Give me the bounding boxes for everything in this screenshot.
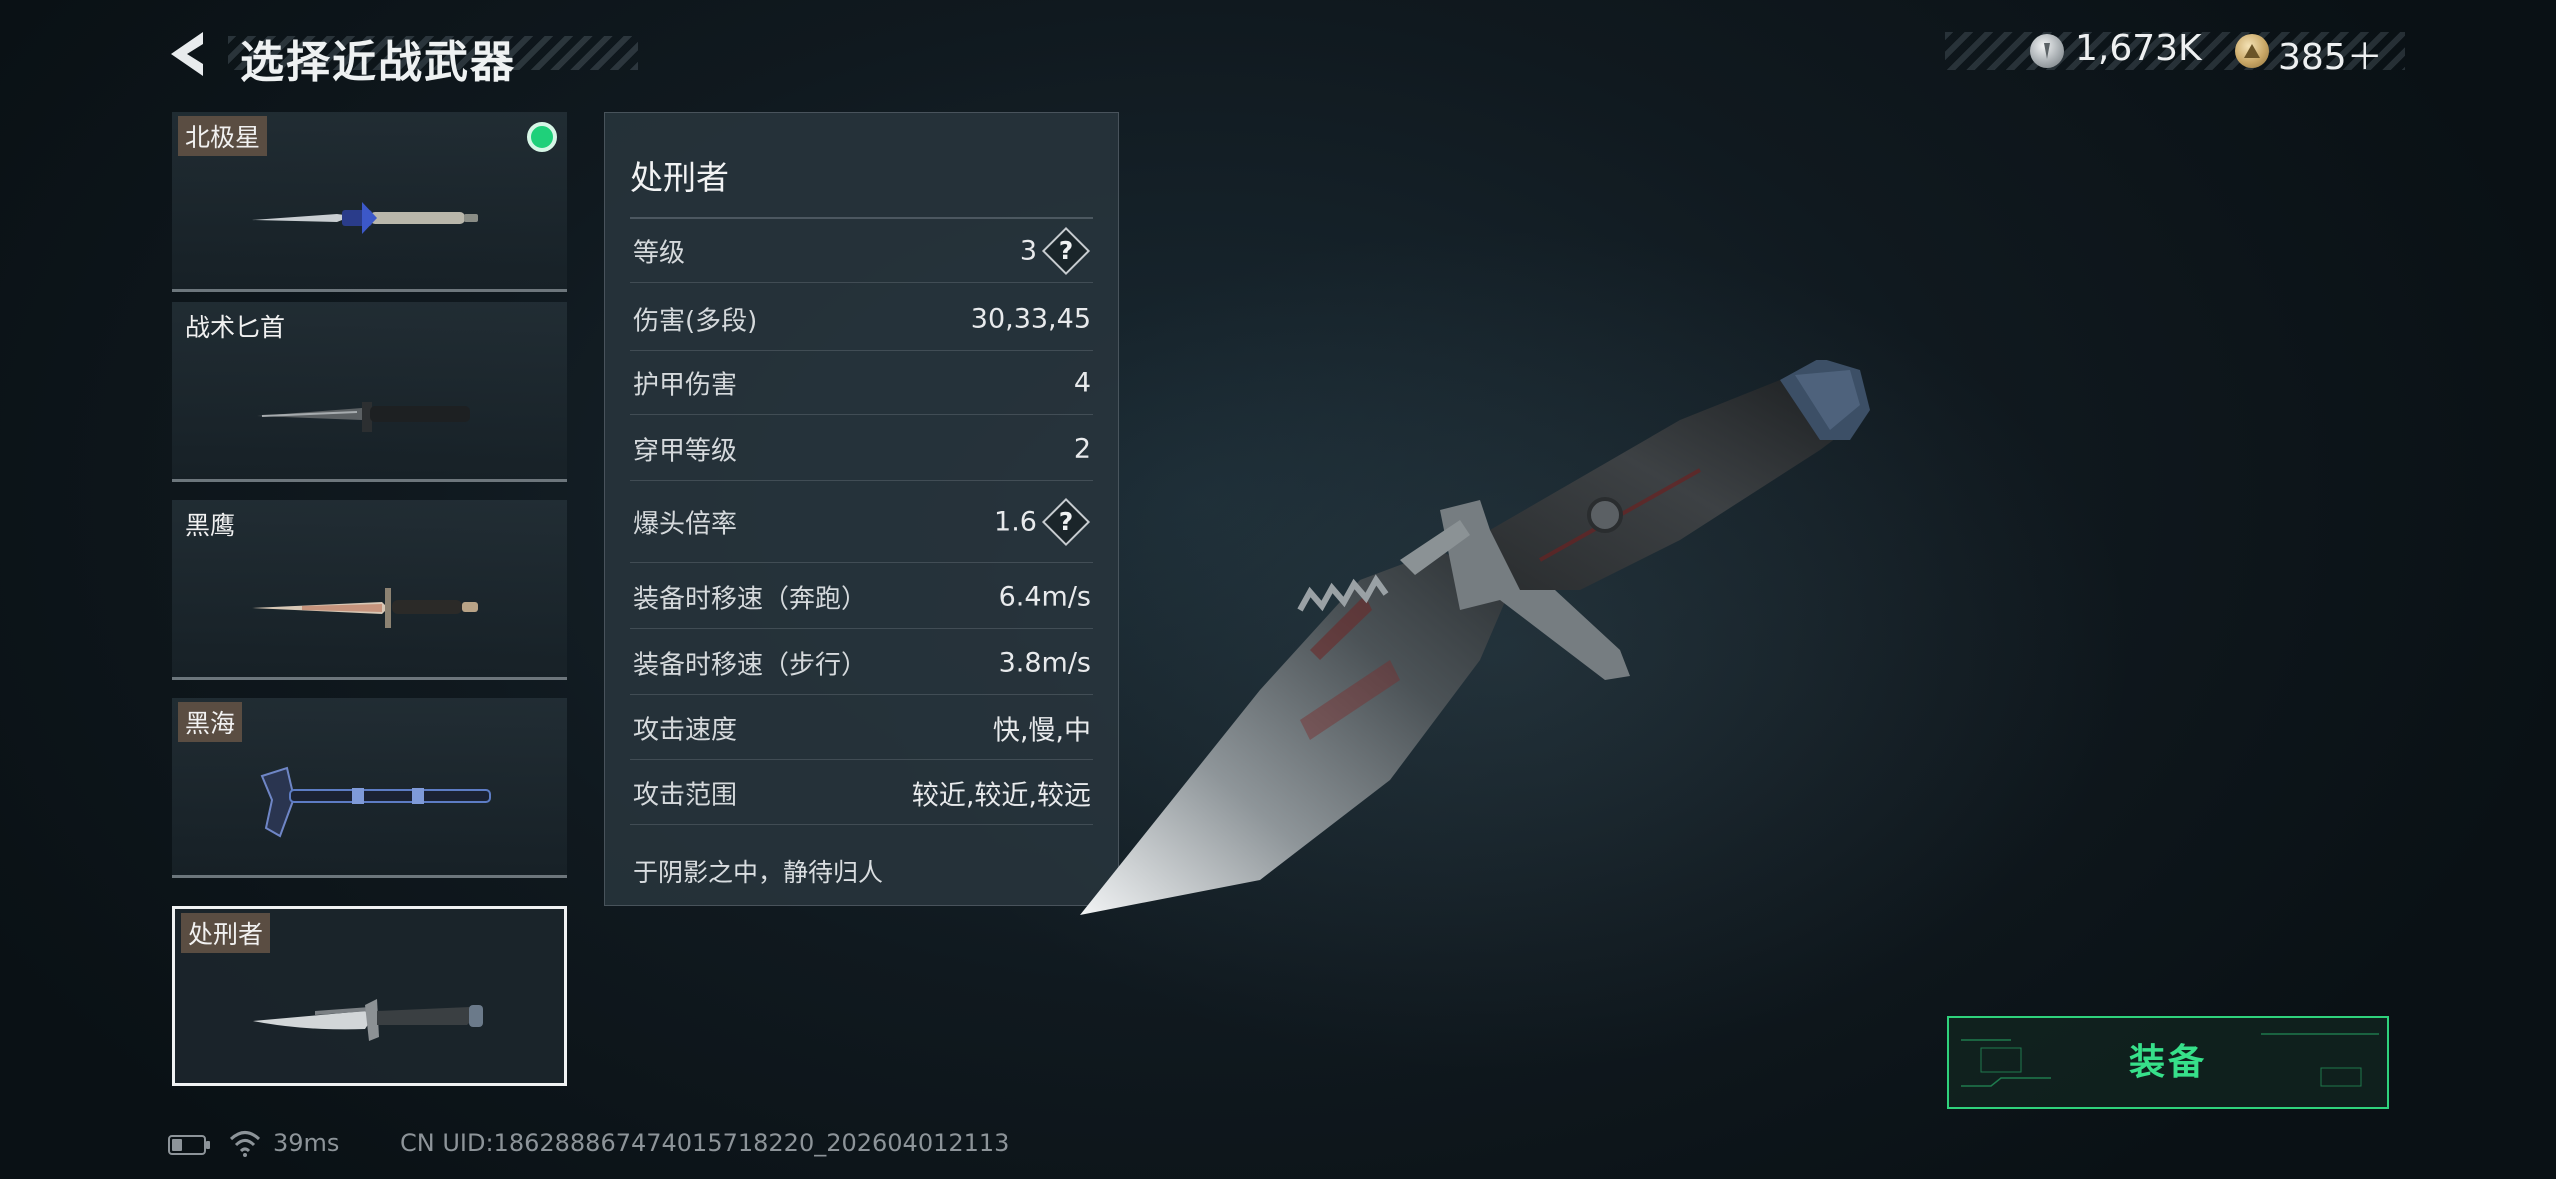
page-title-area: 选择近战武器 bbox=[228, 22, 638, 88]
silver-amount: 1,673K bbox=[2075, 28, 2202, 69]
equip-button-label: 装备 bbox=[2128, 1042, 2207, 1083]
weapon-name: 北极星 bbox=[178, 116, 268, 156]
black-hawk-knife-icon bbox=[252, 588, 478, 628]
stat-row-penetration: 穿甲等级 2 bbox=[630, 417, 1093, 481]
stat-label: 等级 bbox=[633, 238, 686, 269]
stat-row-level: 等级 3 ? bbox=[630, 219, 1093, 283]
stat-label: 攻击速度 bbox=[633, 715, 738, 746]
tactical-dagger-icon bbox=[257, 402, 470, 432]
stat-row-armor-damage: 护甲伤害 4 bbox=[630, 351, 1093, 415]
wifi-icon bbox=[229, 1131, 261, 1157]
stat-value: 30,33,45 bbox=[970, 303, 1091, 335]
weapon-name: 战术匕首 bbox=[185, 313, 286, 342]
stat-label: 护甲伤害 bbox=[633, 370, 738, 401]
weapon-name: 黑鹰 bbox=[185, 511, 236, 540]
stat-row-walk-speed: 装备时移速（步行） 3.8m/s bbox=[630, 631, 1093, 695]
equipped-indicator bbox=[527, 122, 557, 152]
weapon-name: 黑海 bbox=[178, 702, 243, 742]
weapon-card-polaris[interactable]: 北极星 bbox=[172, 112, 567, 292]
stat-label: 攻击范围 bbox=[633, 780, 738, 811]
polaris-knife-icon bbox=[252, 202, 478, 234]
stat-row-headshot: 爆头倍率 1.6 ? bbox=[630, 481, 1093, 563]
gold-amount[interactable]: 385＋ bbox=[2278, 28, 2383, 80]
stat-label: 装备时移速（奔跑） bbox=[633, 584, 868, 615]
panel-weapon-name: 处刑者 bbox=[630, 158, 729, 197]
stat-row-damage: 伤害(多段) 30,33,45 bbox=[630, 287, 1093, 351]
gold-coin-icon[interactable] bbox=[2235, 34, 2269, 68]
card-underline bbox=[172, 479, 567, 482]
executioner-knife-render[interactable] bbox=[1060, 360, 1920, 930]
silver-coin-icon bbox=[2030, 34, 2064, 68]
weapon-name: 处刑者 bbox=[181, 913, 271, 953]
flavor-text: 于阴影之中，静待归人 bbox=[633, 858, 884, 887]
card-underline bbox=[172, 289, 567, 292]
stat-label: 伤害(多段) bbox=[633, 306, 758, 337]
stat-value: 3 bbox=[1019, 235, 1037, 267]
user-uid: CN UID:1862888674740157182​20_2026040121… bbox=[400, 1129, 1010, 1157]
stat-row-run-speed: 装备时移速（奔跑） 6.4m/s bbox=[630, 565, 1093, 629]
weapon-card-black-hawk[interactable]: 黑鹰 bbox=[172, 500, 567, 680]
card-underline bbox=[172, 677, 567, 680]
battery-icon bbox=[168, 1135, 210, 1155]
back-arrow-icon[interactable] bbox=[165, 28, 213, 80]
stat-label: 装备时移速（步行） bbox=[633, 650, 868, 681]
stat-value: 1.6 bbox=[994, 506, 1037, 538]
executioner-knife-icon bbox=[253, 999, 483, 1041]
stat-row-attack-speed: 攻击速度 快,慢,中 bbox=[630, 696, 1093, 760]
help-icon[interactable]: ? bbox=[1041, 226, 1091, 276]
weapon-card-black-sea[interactable]: 黑海 bbox=[172, 698, 567, 878]
weapon-card-executioner[interactable]: 处刑者 bbox=[172, 906, 567, 1086]
card-underline bbox=[172, 875, 567, 878]
weapon-card-tactical-dagger[interactable]: 战术匕首 bbox=[172, 302, 567, 482]
weapon-stats-panel: 处刑者 等级 3 ? 伤害(多段) 30,33,45 护甲伤害 4 穿甲等级 2… bbox=[604, 112, 1119, 906]
equip-button[interactable]: 装备 bbox=[1947, 1016, 2389, 1109]
stat-row-attack-range: 攻击范围 较近,较近,较远 bbox=[630, 761, 1093, 825]
page-title: 选择近战武器 bbox=[240, 37, 516, 88]
stat-label: 穿甲等级 bbox=[633, 436, 738, 467]
stat-label: 爆头倍率 bbox=[633, 509, 738, 540]
black-sea-axe-icon bbox=[260, 766, 491, 838]
currency-bar: 1,673K 385＋ bbox=[1945, 28, 2405, 78]
ping-latency: 39ms bbox=[273, 1129, 340, 1157]
